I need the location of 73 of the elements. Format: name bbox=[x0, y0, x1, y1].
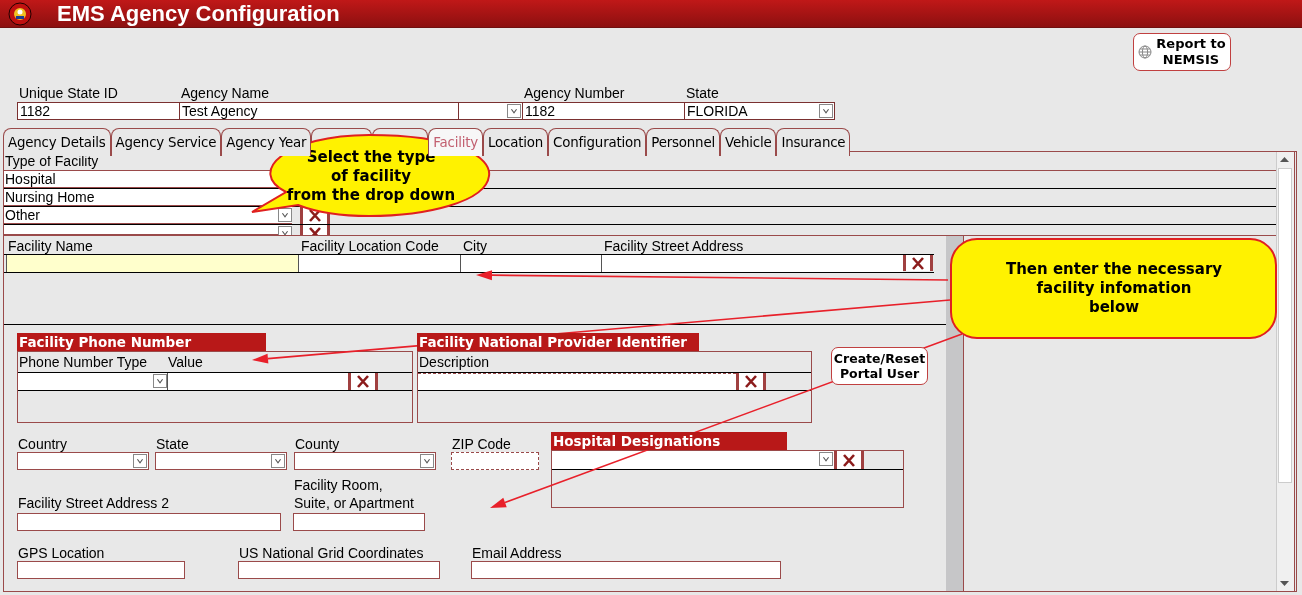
input-field[interactable] bbox=[460, 255, 601, 272]
field-label: State bbox=[685, 85, 720, 102]
input-field[interactable]: 1182 bbox=[17, 102, 180, 120]
input-field[interactable] bbox=[451, 452, 539, 470]
input-field[interactable] bbox=[17, 513, 281, 531]
badge-logo-icon bbox=[8, 1, 32, 26]
field-label: GPS Location bbox=[17, 544, 106, 561]
close-icon bbox=[842, 453, 856, 467]
input-field[interactable] bbox=[238, 561, 440, 579]
dropdown-field[interactable] bbox=[458, 102, 523, 120]
column-header: Description bbox=[418, 353, 490, 372]
scroll-thumb[interactable] bbox=[1278, 168, 1292, 483]
dropdown-field[interactable]: FLORIDA bbox=[684, 102, 835, 120]
section-title: Hospital Designations bbox=[551, 432, 787, 450]
tab[interactable]: Configuration bbox=[548, 128, 647, 156]
column-header: Facility Name bbox=[7, 237, 94, 254]
tab[interactable]: Agency Year bbox=[221, 128, 312, 156]
tab[interactable]: Personnel bbox=[646, 128, 720, 156]
field-label: County bbox=[294, 435, 341, 452]
close-icon bbox=[308, 209, 322, 222]
delete-button[interactable] bbox=[834, 451, 864, 469]
delete-button[interactable] bbox=[903, 255, 933, 271]
field-label: Facility Room, Suite, or Apartment bbox=[293, 476, 415, 512]
input-field[interactable] bbox=[298, 255, 460, 272]
column-header: Facility Street Address bbox=[604, 237, 745, 254]
close-icon bbox=[744, 375, 758, 388]
dropdown-field[interactable] bbox=[4, 225, 292, 235]
dropdown-field[interactable] bbox=[18, 373, 168, 390]
input-field[interactable] bbox=[601, 255, 903, 272]
input-field[interactable] bbox=[293, 513, 425, 531]
close-icon bbox=[911, 256, 925, 270]
input-field[interactable] bbox=[168, 373, 348, 390]
tab[interactable]: Location bbox=[483, 128, 549, 156]
field-label: Email Address bbox=[471, 544, 563, 561]
input-field[interactable]: 1182 bbox=[522, 102, 685, 120]
callout-text: Then enter the necessary facility infomation below bbox=[1004, 260, 1224, 317]
delete-button[interactable] bbox=[348, 373, 378, 390]
tab[interactable]: Vehicle bbox=[719, 128, 777, 156]
tab[interactable]: Insurance bbox=[776, 128, 851, 156]
input-field[interactable] bbox=[418, 373, 736, 390]
dropdown-field[interactable] bbox=[552, 451, 834, 469]
scrollbar[interactable] bbox=[1276, 152, 1294, 591]
field-label: US National Grid Coordinates bbox=[238, 544, 425, 561]
field-label: Country bbox=[17, 435, 69, 452]
column-header: Phone Number Type bbox=[18, 353, 149, 372]
field-label: Agency Name bbox=[180, 85, 270, 102]
section-title: Facility National Provider Identifier bbox=[417, 333, 699, 351]
column-header: Facility Location Code bbox=[301, 237, 440, 254]
dropdown-field[interactable] bbox=[155, 452, 287, 470]
report-button[interactable]: Report to NEMSIS bbox=[1133, 33, 1231, 71]
dropdown-field[interactable]: Other bbox=[4, 207, 292, 224]
input-field[interactable]: Test Agency bbox=[179, 102, 459, 120]
tab[interactable]: Agency Details bbox=[3, 128, 111, 156]
input-field[interactable] bbox=[6, 255, 298, 272]
field-label: Facility Street Address 2 bbox=[17, 494, 170, 512]
tab[interactable]: Agency Service bbox=[110, 128, 222, 156]
field-label: State bbox=[155, 435, 190, 452]
field-label: Agency Number bbox=[523, 85, 626, 102]
app-title: EMS Agency Configuration bbox=[57, 0, 340, 27]
dropdown-field[interactable] bbox=[17, 452, 149, 470]
input-field[interactable] bbox=[471, 561, 781, 579]
tab[interactable]: Facility bbox=[428, 128, 484, 156]
dropdown-field[interactable] bbox=[294, 452, 436, 470]
column-header: City bbox=[463, 237, 489, 254]
close-icon bbox=[356, 375, 370, 388]
field-label: ZIP Code bbox=[451, 435, 512, 452]
portal-user-button[interactable]: Create/Reset Portal User bbox=[831, 347, 928, 385]
field-label: Unique State ID bbox=[18, 85, 119, 102]
delete-button[interactable] bbox=[736, 373, 766, 390]
globe-icon bbox=[1138, 45, 1152, 59]
column-header: Value bbox=[167, 353, 203, 372]
section-title: Facility Phone Number bbox=[17, 333, 266, 351]
input-field[interactable] bbox=[17, 561, 185, 579]
